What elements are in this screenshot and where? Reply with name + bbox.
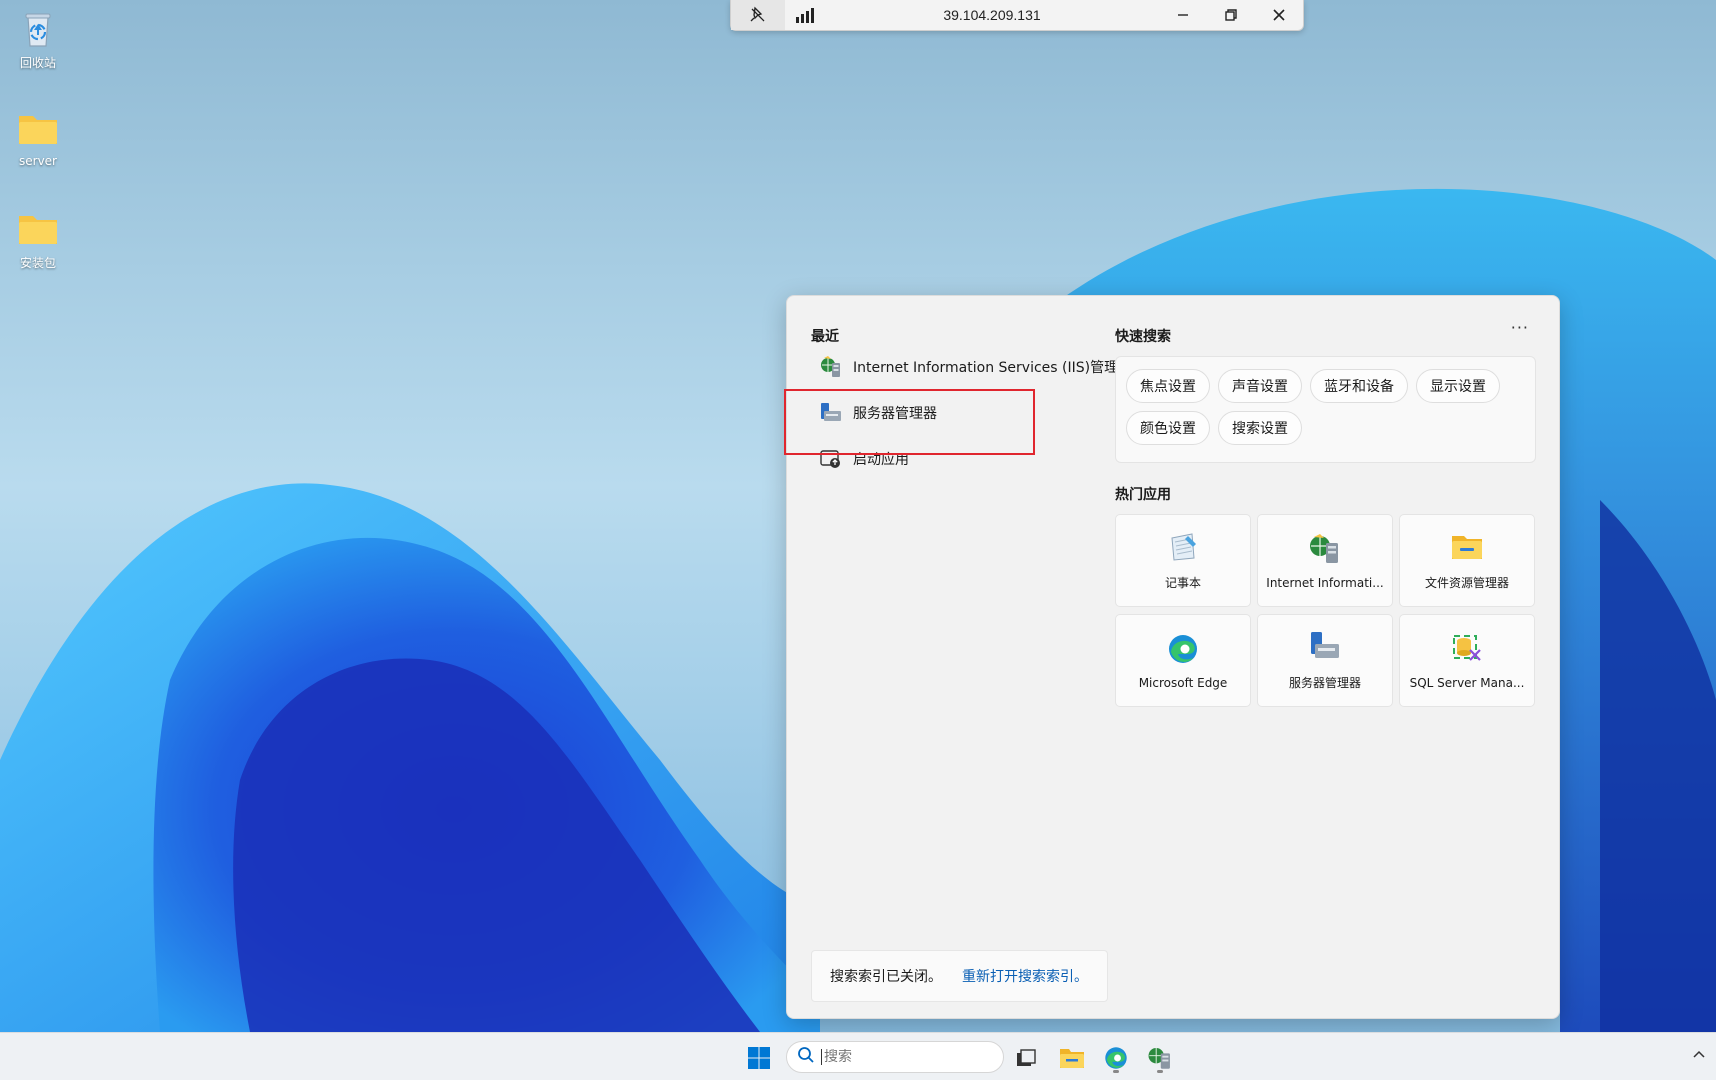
- app-tile-notepad[interactable]: 记事本: [1115, 514, 1251, 607]
- remote-connection-bar: 39.104.209.131: [730, 0, 1304, 31]
- chip-search-settings[interactable]: 搜索设置: [1218, 411, 1302, 445]
- app-tile-file-explorer[interactable]: 文件资源管理器: [1399, 514, 1535, 607]
- selection-highlight-box: [784, 389, 1035, 455]
- desktop-icon-recycle-bin[interactable]: 回收站: [8, 8, 68, 71]
- taskbar: [0, 1032, 1716, 1080]
- reopen-search-index-link[interactable]: 重新打开搜索索引。: [962, 966, 1088, 986]
- chip-color-settings[interactable]: 颜色设置: [1126, 411, 1210, 445]
- signal-icon: [785, 7, 825, 23]
- recycle-bin-icon: [17, 8, 59, 50]
- top-apps-title: 热门应用: [1115, 487, 1171, 503]
- more-options-icon[interactable]: ···: [1511, 318, 1529, 337]
- server-manager-icon: [1308, 630, 1342, 664]
- folder-icon: [17, 208, 59, 250]
- app-tile-label: 文件资源管理器: [1424, 576, 1509, 590]
- desktop-icon-label: 安装包: [19, 256, 56, 270]
- sql-server-icon: [1450, 632, 1484, 666]
- file-explorer-icon: [1450, 530, 1484, 564]
- folder-icon: [17, 108, 59, 150]
- taskbar-search-box[interactable]: [786, 1041, 1004, 1073]
- edge-icon[interactable]: [1099, 1041, 1133, 1075]
- running-indicator: [1157, 1070, 1163, 1073]
- restore-icon[interactable]: [1207, 0, 1255, 30]
- file-explorer-icon[interactable]: [1055, 1041, 1089, 1075]
- desktop-icon-label: server: [19, 154, 57, 168]
- running-indicator: [1113, 1070, 1119, 1073]
- recent-section-title: 最近: [811, 329, 839, 345]
- pin-off-icon[interactable]: [731, 0, 785, 30]
- search-icon: [797, 1046, 815, 1068]
- iis-icon: [819, 355, 843, 379]
- task-view-icon[interactable]: [1009, 1041, 1043, 1075]
- notepad-icon: [1166, 530, 1200, 564]
- chip-bluetooth-devices[interactable]: 蓝牙和设备: [1310, 369, 1408, 403]
- desktop-icon-label: 回收站: [19, 56, 56, 70]
- search-flyout: 最近 Internet Information Services (IIS)管理…: [784, 295, 1560, 1019]
- search-index-message: 搜索索引已关闭。: [830, 969, 942, 985]
- app-tile-label: SQL Server Mana...: [1409, 675, 1525, 690]
- recent-item-label: Internet Information Services (IIS)管理器: [853, 360, 1133, 376]
- app-tile-label: 记事本: [1164, 576, 1201, 590]
- search-index-notice: 搜索索引已关闭。 重新打开搜索索引。: [811, 950, 1108, 1002]
- app-tile-label: 服务器管理器: [1288, 676, 1361, 690]
- quick-search-title: 快速搜索: [1115, 329, 1171, 345]
- minimize-icon[interactable]: [1159, 0, 1207, 30]
- chip-display-settings[interactable]: 显示设置: [1416, 369, 1500, 403]
- top-apps-grid: 记事本 Internet Informati... 文件资源管理器 Micros…: [1115, 514, 1536, 707]
- chevron-up-icon[interactable]: [1692, 1047, 1706, 1063]
- close-icon[interactable]: [1255, 0, 1303, 30]
- iis-icon[interactable]: [1143, 1041, 1177, 1075]
- quick-search-panel: 焦点设置 声音设置 蓝牙和设备 显示设置 颜色设置 搜索设置: [1115, 356, 1536, 463]
- desktop-icon-installers[interactable]: 安装包: [8, 208, 68, 271]
- app-tile-sql-server[interactable]: SQL Server Mana...: [1399, 614, 1535, 707]
- windows-start-icon[interactable]: [742, 1041, 776, 1075]
- iis-icon: [1308, 532, 1342, 566]
- app-tile-label: Internet Informati...: [1266, 575, 1384, 590]
- app-tile-label: Microsoft Edge: [1138, 675, 1228, 690]
- edge-icon: [1166, 632, 1200, 666]
- app-tile-server-manager[interactable]: 服务器管理器: [1257, 614, 1393, 707]
- recent-item-iis[interactable]: Internet Information Services (IIS)管理器: [819, 347, 1132, 387]
- remote-host-ip: 39.104.209.131: [943, 7, 1041, 23]
- chip-focus-settings[interactable]: 焦点设置: [1126, 369, 1210, 403]
- desktop-icon-server[interactable]: server: [8, 108, 68, 168]
- app-tile-edge[interactable]: Microsoft Edge: [1115, 614, 1251, 707]
- search-input[interactable]: [821, 1049, 981, 1065]
- chip-sound-settings[interactable]: 声音设置: [1218, 369, 1302, 403]
- app-tile-iis[interactable]: Internet Informati...: [1257, 514, 1393, 607]
